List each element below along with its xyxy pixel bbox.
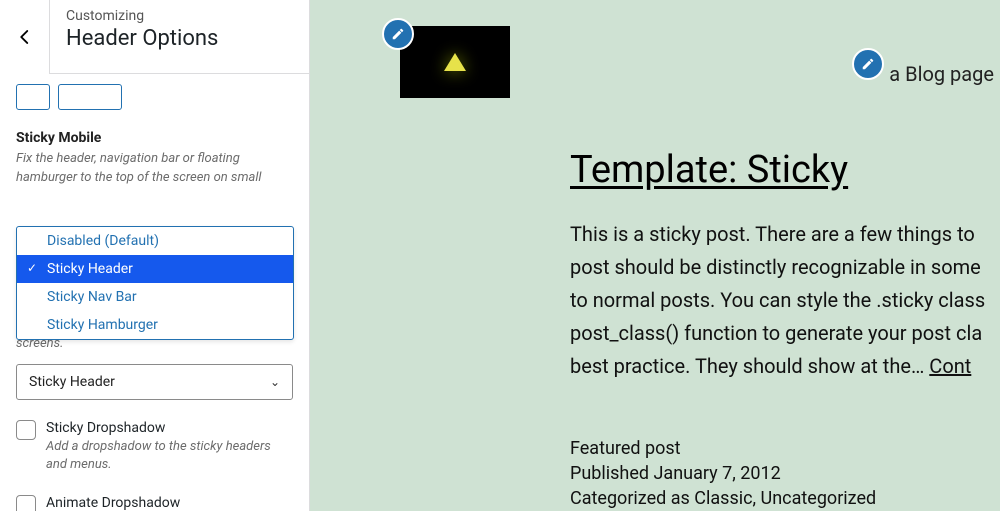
pencil-icon <box>861 57 875 71</box>
toggle-row <box>16 84 293 120</box>
dd-option-disabled[interactable]: Disabled (Default) <box>17 227 293 255</box>
continue-reading-link[interactable]: Cont <box>929 354 971 378</box>
back-button[interactable] <box>0 0 50 74</box>
edit-tagline-button[interactable] <box>852 48 884 80</box>
site-preview: a Blog page Template: Sticky This is a s… <box>310 0 1000 511</box>
sticky-dropshadow-label: Sticky Dropshadow <box>46 420 293 436</box>
site-tagline: a Blog page <box>889 62 994 86</box>
chevron-left-icon <box>16 28 34 46</box>
meta-published: Published January 7, 2012 <box>570 463 876 484</box>
site-logo[interactable] <box>400 26 510 98</box>
dd-option-sticky-navbar[interactable]: Sticky Nav Bar <box>17 283 293 311</box>
triforce-icon <box>444 53 466 71</box>
sticky-large-select[interactable]: Sticky Header ⌄ <box>16 364 293 400</box>
edit-logo-button[interactable] <box>382 18 414 50</box>
sidebar-header: Customizing Header Options <box>0 0 309 74</box>
meta-categories: Categorized as Classic, Uncategorized <box>570 488 876 509</box>
page-title: Header Options <box>66 26 293 51</box>
customizer-sidebar: Customizing Header Options Sticky Mobile… <box>0 0 310 511</box>
sticky-dropshadow-desc: Add a dropshadow to the sticky headers a… <box>46 438 293 474</box>
toggle-option-2[interactable] <box>58 84 122 110</box>
dd-option-sticky-header[interactable]: Sticky Header <box>17 255 293 283</box>
dd-option-sticky-hamburger[interactable]: Sticky Hamburger <box>17 311 293 339</box>
chevron-down-icon: ⌄ <box>270 375 280 389</box>
pencil-icon <box>391 27 405 41</box>
animate-dropshadow-label: Animate Dropshadow <box>46 495 293 511</box>
sticky-mobile-desc: Fix the header, navigation bar or floati… <box>16 150 293 188</box>
toggle-option-1[interactable] <box>16 84 50 110</box>
post-meta: Featured post Published January 7, 2012 … <box>570 438 876 511</box>
breadcrumb: Customizing <box>66 8 293 24</box>
site-logo-area <box>400 26 510 98</box>
sticky-mobile-dropdown-open[interactable]: Disabled (Default) Sticky Header Sticky … <box>16 226 294 340</box>
post-excerpt: This is a sticky post. There are a few t… <box>570 218 1000 383</box>
sticky-large-value: Sticky Header <box>29 374 115 390</box>
post: Template: Sticky This is a sticky post. … <box>570 148 1000 383</box>
post-title-link[interactable]: Template: Sticky <box>570 148 1000 192</box>
meta-featured: Featured post <box>570 438 876 459</box>
animate-dropshadow-checkbox[interactable] <box>16 495 36 511</box>
sticky-dropshadow-checkbox[interactable] <box>16 420 36 440</box>
sticky-mobile-label: Sticky Mobile <box>16 130 293 146</box>
